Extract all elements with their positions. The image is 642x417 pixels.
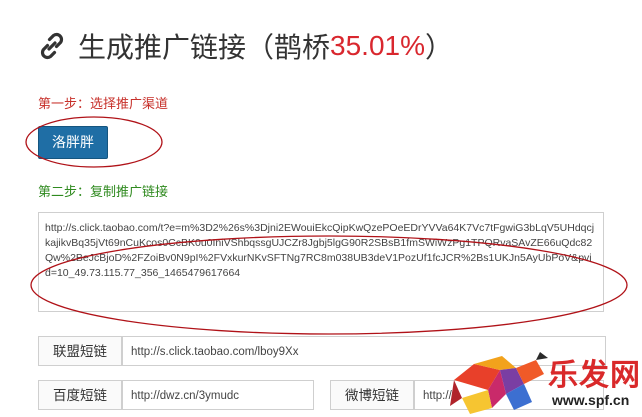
lianmeng-short-link-label: 联盟短链 — [38, 336, 122, 366]
watermark-url: www.spf.cn — [552, 392, 630, 408]
promo-url-textarea[interactable]: http://s.click.taobao.com/t?e=m%3D2%26s%… — [38, 212, 604, 312]
title-text: 生成推广链接（鹊桥 — [78, 32, 331, 63]
baidu-short-link-label: 百度短链 — [38, 380, 122, 410]
bull-logo-icon — [450, 352, 548, 414]
step2-label: 第二步：复制推广链接 — [38, 184, 169, 199]
baidu-short-link-field[interactable]: http://dwz.cn/3ymudc — [122, 380, 314, 410]
step1-label: 第一步：选择推广渠道 — [38, 96, 169, 111]
weibo-short-link-label: 微博短链 — [330, 380, 414, 410]
title-close: ） — [424, 32, 453, 63]
page-title: 生成推广链接（鹊桥 35.01%） — [36, 22, 453, 70]
link-icon — [40, 32, 64, 60]
channel-button[interactable]: 洛胖胖 — [38, 126, 108, 159]
commission-percent: 35.01% — [330, 30, 425, 61]
watermark-brand: 乐发网 — [548, 358, 641, 393]
site-watermark: 乐发网 www.spf.cn — [440, 350, 642, 417]
